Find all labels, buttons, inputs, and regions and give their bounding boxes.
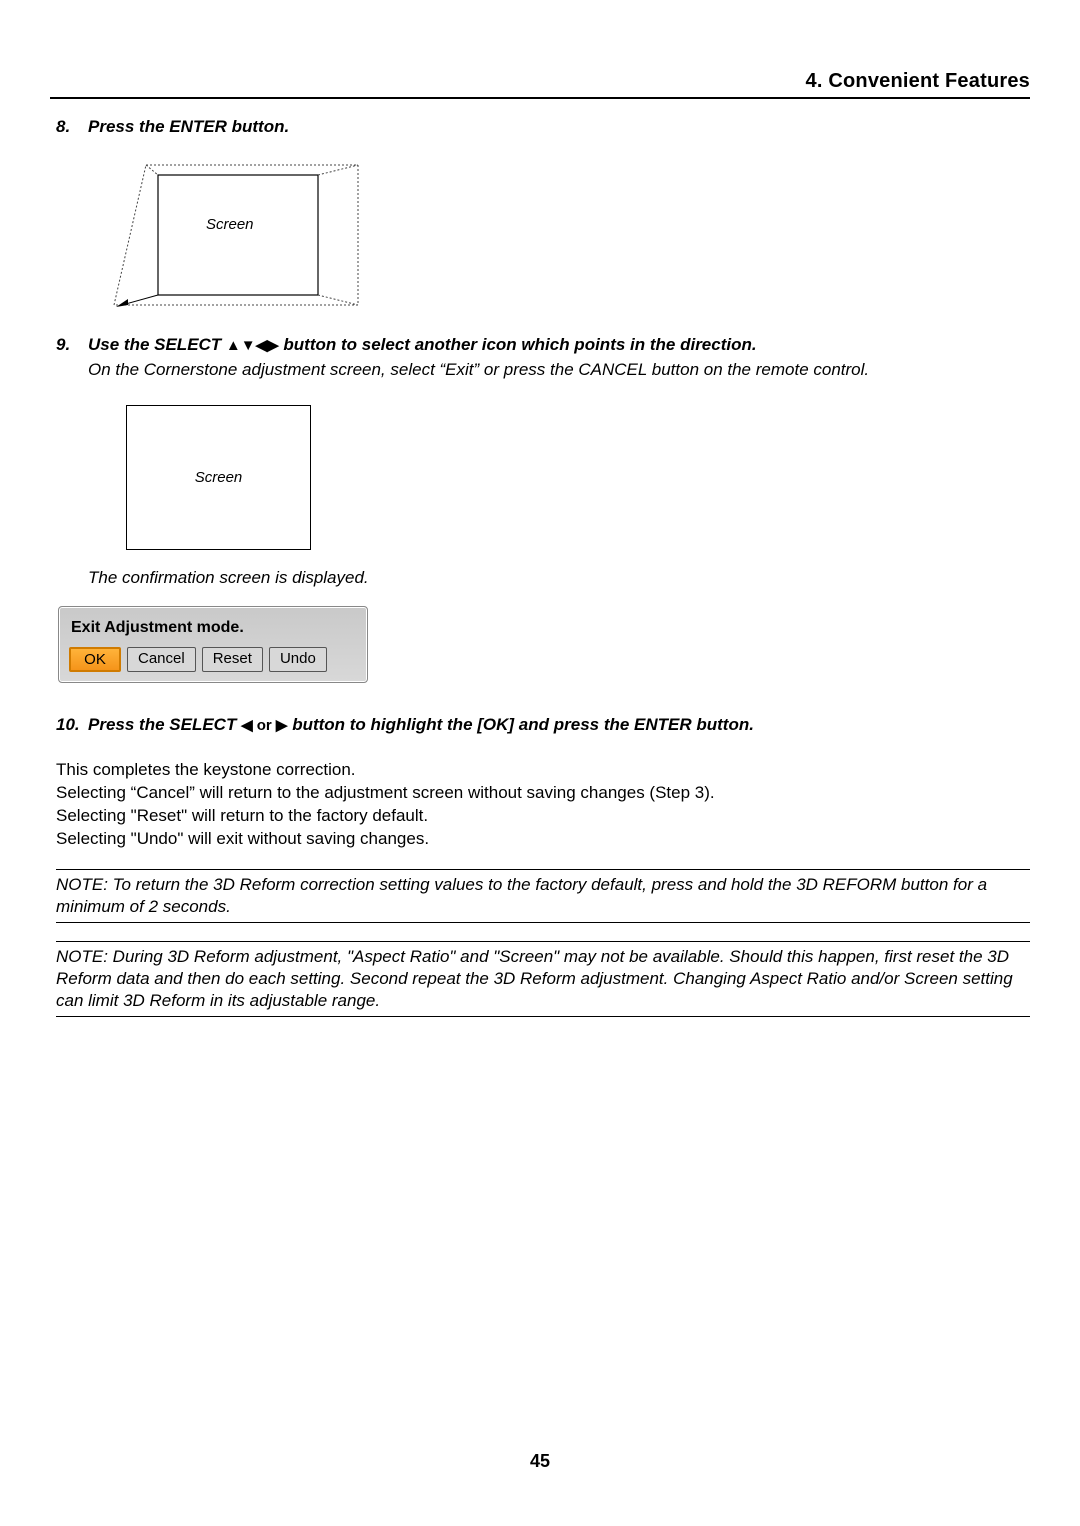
confirmation-text: The confirmation screen is displayed.	[88, 568, 1030, 588]
corner-tr-icon	[318, 165, 358, 175]
step-9-after: button to select another icon which poin…	[279, 335, 757, 354]
step-9-before: Use the SELECT	[88, 335, 226, 354]
reset-button[interactable]: Reset	[202, 647, 263, 672]
step-9-text: Use the SELECT ▲▼◀▶ button to select ano…	[88, 335, 757, 355]
screen-rect-2: Screen	[126, 405, 311, 550]
step-9-num: 9.	[56, 335, 80, 355]
step-9: 9. Use the SELECT ▲▼◀▶ button to select …	[56, 335, 1030, 355]
exit-dialog: Exit Adjustment mode. OK Cancel Reset Un…	[58, 606, 368, 683]
step-8: 8. Press the ENTER button.	[56, 117, 1030, 137]
screen-rect-icon	[158, 175, 318, 295]
trap-outline-icon	[114, 165, 358, 305]
select-arrows-2-icon: ◀ or ▶	[241, 717, 287, 734]
dialog-title: Exit Adjustment mode.	[71, 619, 357, 637]
body-line-4: Selecting "Undo" will exit without savin…	[56, 828, 1030, 851]
screen-label-1: Screen	[206, 216, 254, 233]
body-text-block: This completes the keystone correction. …	[56, 759, 1030, 851]
ok-button[interactable]: OK	[69, 647, 121, 672]
step-9-sub: On the Cornerstone adjustment screen, se…	[88, 359, 1030, 381]
corner-br-icon	[318, 295, 358, 305]
step-10-num: 10.	[56, 715, 80, 735]
step-10-before: Press the SELECT	[88, 715, 241, 734]
corner-tl-icon	[146, 165, 158, 175]
note-1: NOTE: To return the 3D Reform correction…	[56, 869, 1030, 923]
step-10-text: Press the SELECT ◀ or ▶ button to highli…	[88, 715, 754, 735]
note-2: NOTE: During 3D Reform adjustment, "Aspe…	[56, 941, 1030, 1017]
screen-label-2: Screen	[195, 469, 243, 486]
step-8-num: 8.	[56, 117, 80, 137]
arrow-bl-head-icon	[116, 299, 128, 307]
diagram-rect: Screen	[126, 405, 1030, 550]
step-8-text: Press the ENTER button.	[88, 117, 289, 137]
body-line-1: This completes the keystone correction.	[56, 759, 1030, 782]
dialog-button-row: OK Cancel Reset Undo	[69, 647, 357, 672]
body-line-3: Selecting "Reset" will return to the fac…	[56, 805, 1030, 828]
cancel-button[interactable]: Cancel	[127, 647, 196, 672]
step-10: 10. Press the SELECT ◀ or ▶ button to hi…	[56, 715, 1030, 735]
undo-button[interactable]: Undo	[269, 647, 327, 672]
body-line-2: Selecting “Cancel” will return to the ad…	[56, 782, 1030, 805]
section-header: 4. Convenient Features	[50, 70, 1030, 99]
page-number: 45	[0, 1451, 1080, 1472]
step-10-after: button to highlight the [OK] and press t…	[287, 715, 754, 734]
diagram-trapezoid: Screen	[106, 157, 1030, 317]
select-arrows-4-icon: ▲▼◀▶	[226, 337, 279, 354]
